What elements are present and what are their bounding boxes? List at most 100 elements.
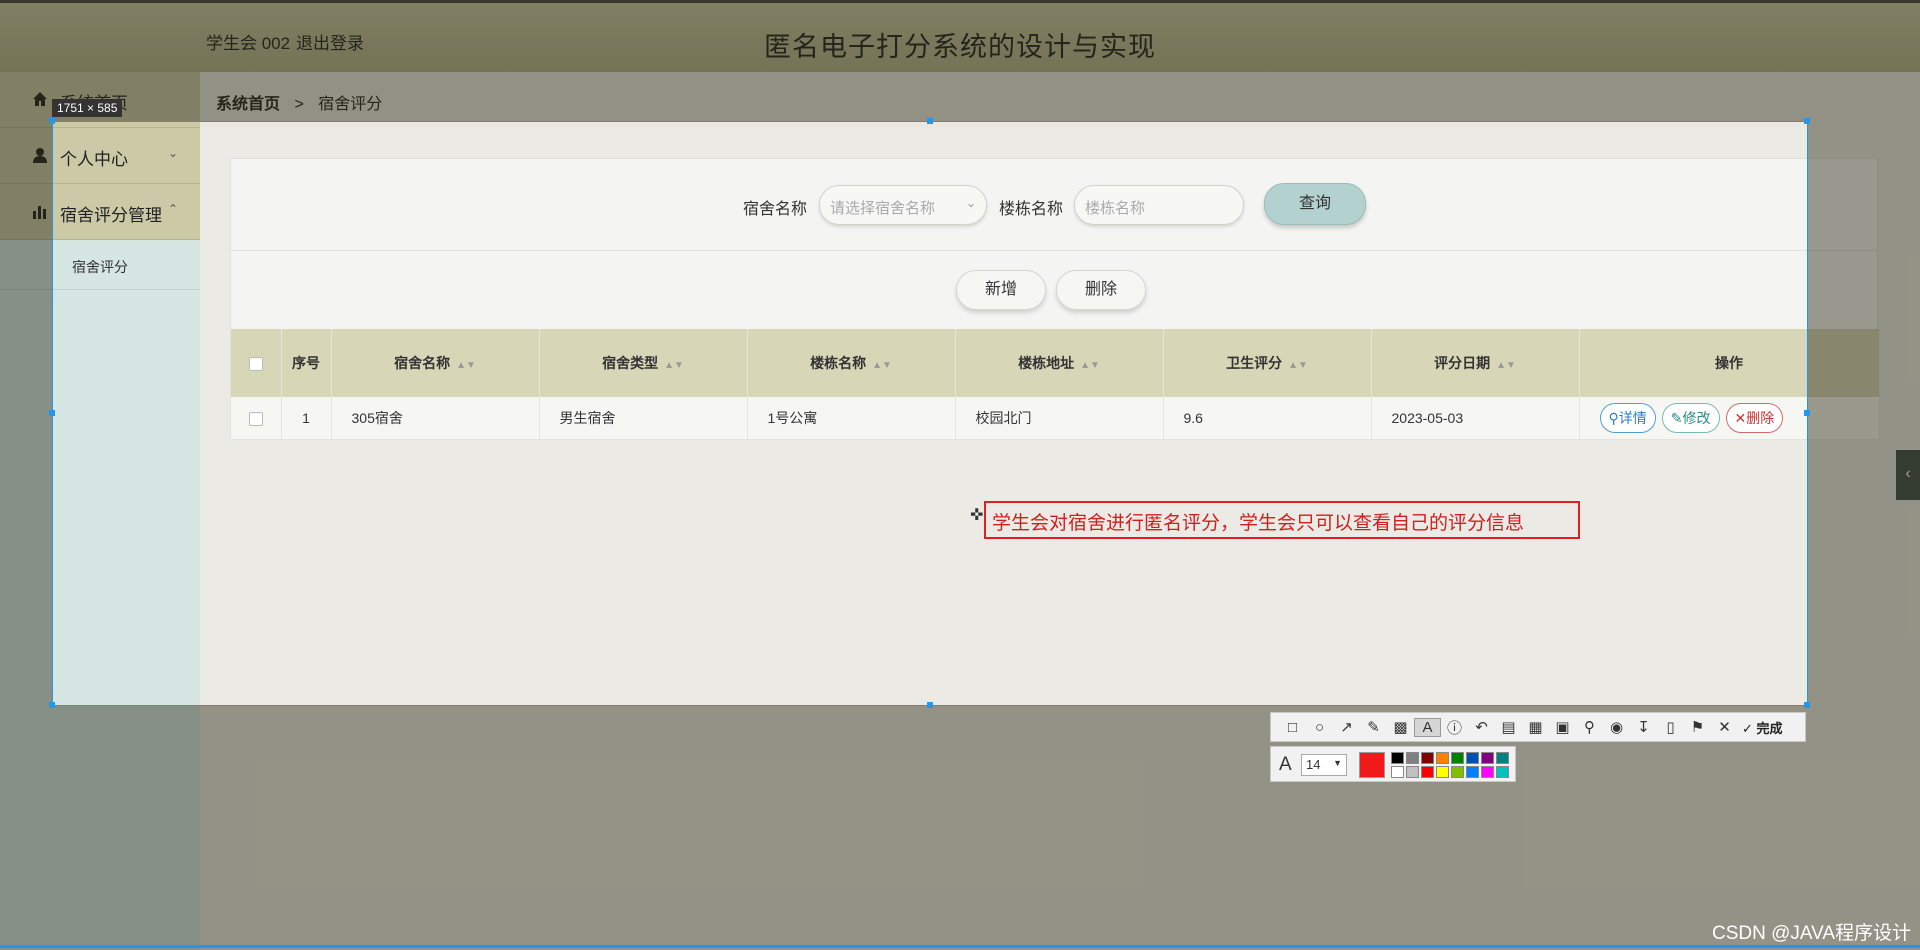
- undo-icon[interactable]: ↶: [1468, 718, 1495, 736]
- color-swatch[interactable]: [1406, 766, 1419, 778]
- resize-handle[interactable]: [927, 118, 933, 124]
- translate-icon[interactable]: ▦: [1522, 718, 1549, 736]
- pin-icon[interactable]: ⚲: [1576, 718, 1603, 736]
- cell-dorm-type: 男生宿舍: [539, 397, 748, 440]
- cell-building-address: 校园北门: [955, 397, 1164, 440]
- color-swatch[interactable]: [1391, 766, 1404, 778]
- row-select-cell[interactable]: [231, 397, 282, 440]
- sidebar-item-label: 个人中心: [60, 150, 128, 169]
- column-header-hygiene-score[interactable]: 卫生评分 ▲▼: [1163, 329, 1372, 397]
- query-button[interactable]: 查询: [1264, 183, 1366, 225]
- current-color-swatch[interactable]: [1359, 752, 1385, 778]
- resize-handle[interactable]: [1804, 118, 1810, 124]
- sidebar-item-personal-center[interactable]: 个人中心 ⌄: [0, 128, 200, 184]
- search-bar: 宿舍名称 请选择宿舍名称 ⌄ 楼栋名称 楼栋名称 查询: [231, 159, 1879, 251]
- color-swatch[interactable]: [1466, 766, 1479, 778]
- color-palette: [1391, 752, 1509, 778]
- sidebar-subitem-dorm-rating[interactable]: 宿舍评分: [0, 240, 200, 290]
- color-swatch[interactable]: [1466, 752, 1479, 764]
- color-swatch[interactable]: [1451, 752, 1464, 764]
- data-table: 序号 宿舍名称 ▲▼ 宿舍类型 ▲▼ 楼栋名称 ▲▼ 楼栋地址 ▲▼ 卫生评分 ▲▼ 评分…: [231, 329, 1880, 440]
- sort-icon: ▲▼: [1080, 360, 1100, 371]
- color-swatch[interactable]: [1421, 752, 1434, 764]
- dorm-name-placeholder: 请选择宿舍名称: [830, 200, 936, 217]
- pen-tool-icon[interactable]: ✎: [1360, 718, 1387, 736]
- download-icon[interactable]: ↧: [1630, 718, 1657, 736]
- home-icon: [33, 92, 47, 106]
- chevron-down-icon: ⌄: [168, 146, 179, 160]
- arrow-tool-icon[interactable]: ↗: [1333, 718, 1360, 736]
- color-swatch[interactable]: [1391, 752, 1404, 764]
- sidebar-subitem-label: 宿舍评分: [72, 259, 128, 275]
- column-header-building-address[interactable]: 楼栋地址 ▲▼: [955, 329, 1164, 397]
- color-swatch[interactable]: [1481, 752, 1494, 764]
- mosaic-tool-icon[interactable]: ▩: [1387, 718, 1414, 736]
- text-tool-icon[interactable]: A: [1414, 717, 1441, 737]
- bar-chart-icon: [33, 206, 46, 219]
- close-icon[interactable]: ✕: [1711, 718, 1738, 736]
- building-name-input[interactable]: 楼栋名称: [1074, 185, 1244, 225]
- font-size-select[interactable]: 14 ▼: [1301, 754, 1347, 776]
- column-header-rating-date[interactable]: 评分日期 ▲▼: [1371, 329, 1580, 397]
- breadcrumb-home[interactable]: 系统首页: [216, 96, 280, 113]
- sidebar: 系统首页 个人中心 ⌄ 宿舍评分管理 ⌃ 宿舍评分: [0, 72, 200, 950]
- column-header-dorm-name[interactable]: 宿舍名称 ▲▼: [331, 329, 540, 397]
- sort-icon: ▲▼: [1496, 360, 1516, 371]
- detail-button[interactable]: ⚲详情: [1599, 402, 1656, 433]
- annotation-text-box[interactable]: 学生会对宿舍进行匿名评分，学生会只可以查看自己的评分信息: [984, 501, 1580, 539]
- sidebar-item-dorm-rating-management[interactable]: 宿舍评分管理 ⌃: [0, 184, 200, 240]
- delete-button[interactable]: 删除: [1056, 270, 1146, 310]
- table-row: 1 305宿舍 男生宿舍 1号公寓 校园北门 9.6 2023-05-03 ⚲详…: [231, 397, 1880, 440]
- ellipse-tool-icon[interactable]: ○: [1306, 719, 1333, 736]
- color-swatch[interactable]: [1451, 766, 1464, 778]
- cell-rating-date: 2023-05-03: [1371, 397, 1580, 440]
- table-header-row: 序号 宿舍名称 ▲▼ 宿舍类型 ▲▼ 楼栋名称 ▲▼ 楼栋地址 ▲▼ 卫生评分 ▲▼ 评分…: [231, 329, 1880, 397]
- column-header-building-name[interactable]: 楼栋名称 ▲▼: [747, 329, 956, 397]
- rectangle-tool-icon[interactable]: □: [1279, 719, 1306, 736]
- collapse-panel-tab[interactable]: ‹: [1896, 450, 1920, 500]
- color-swatch[interactable]: [1406, 752, 1419, 764]
- sort-icon: ▲▼: [456, 360, 476, 371]
- number-tool-icon[interactable]: ⓘ: [1441, 717, 1468, 738]
- bookmark-icon[interactable]: ⚑: [1684, 718, 1711, 736]
- sort-icon: ▲▼: [872, 360, 892, 371]
- dorm-name-label: 宿舍名称: [743, 201, 808, 218]
- select-all-cell[interactable]: [231, 329, 282, 397]
- breadcrumb-separator: >: [294, 96, 304, 113]
- column-header-dorm-type[interactable]: 宿舍类型 ▲▼: [539, 329, 748, 397]
- text-style-toolbar: A 14 ▼: [1270, 746, 1516, 782]
- column-header-actions: 操作: [1579, 329, 1880, 397]
- add-button[interactable]: 新增: [956, 270, 1046, 310]
- selection-size-label: 1751 × 585: [52, 99, 123, 117]
- color-swatch[interactable]: [1436, 766, 1449, 778]
- color-swatch[interactable]: [1481, 766, 1494, 778]
- select-all-checkbox[interactable]: [248, 357, 263, 372]
- cell-actions: ⚲详情 ✎修改 ✕删除: [1579, 397, 1880, 440]
- row-checkbox[interactable]: [248, 411, 263, 426]
- edit-button[interactable]: ✎修改: [1661, 402, 1720, 433]
- scroll-capture-icon[interactable]: ▣: [1549, 718, 1576, 736]
- pencil-icon: ✎: [1670, 409, 1683, 426]
- cell-building-name: 1号公寓: [747, 397, 956, 440]
- chevron-down-icon: ⌄: [965, 196, 976, 210]
- save-icon[interactable]: ▯: [1657, 718, 1684, 736]
- top-header: 学生会 002 退出登录 匿名电子打分系统的设计与实现: [0, 0, 1920, 72]
- done-button[interactable]: ✓ 完成: [1742, 718, 1783, 737]
- ocr-icon[interactable]: ▤: [1495, 718, 1522, 736]
- chevron-left-icon: ‹: [1905, 465, 1911, 482]
- crosshair-cursor-icon: ✜: [970, 507, 984, 524]
- cell-index: 1: [281, 397, 332, 440]
- dorm-name-select[interactable]: 请选择宿舍名称 ⌄: [819, 185, 987, 225]
- color-swatch[interactable]: [1421, 766, 1434, 778]
- color-swatch[interactable]: [1436, 752, 1449, 764]
- selection-bottom-edge: [0, 945, 1920, 948]
- breadcrumb-current: 宿舍评分: [318, 96, 383, 113]
- record-icon[interactable]: ◉: [1603, 718, 1630, 736]
- column-header-index: 序号: [281, 329, 332, 397]
- check-icon: ✓: [1742, 720, 1753, 736]
- color-swatch[interactable]: [1496, 766, 1509, 778]
- sort-icon: ▲▼: [1288, 360, 1308, 371]
- color-swatch[interactable]: [1496, 752, 1509, 764]
- cell-hygiene-score: 9.6: [1163, 397, 1372, 440]
- row-delete-button[interactable]: ✕删除: [1725, 402, 1784, 433]
